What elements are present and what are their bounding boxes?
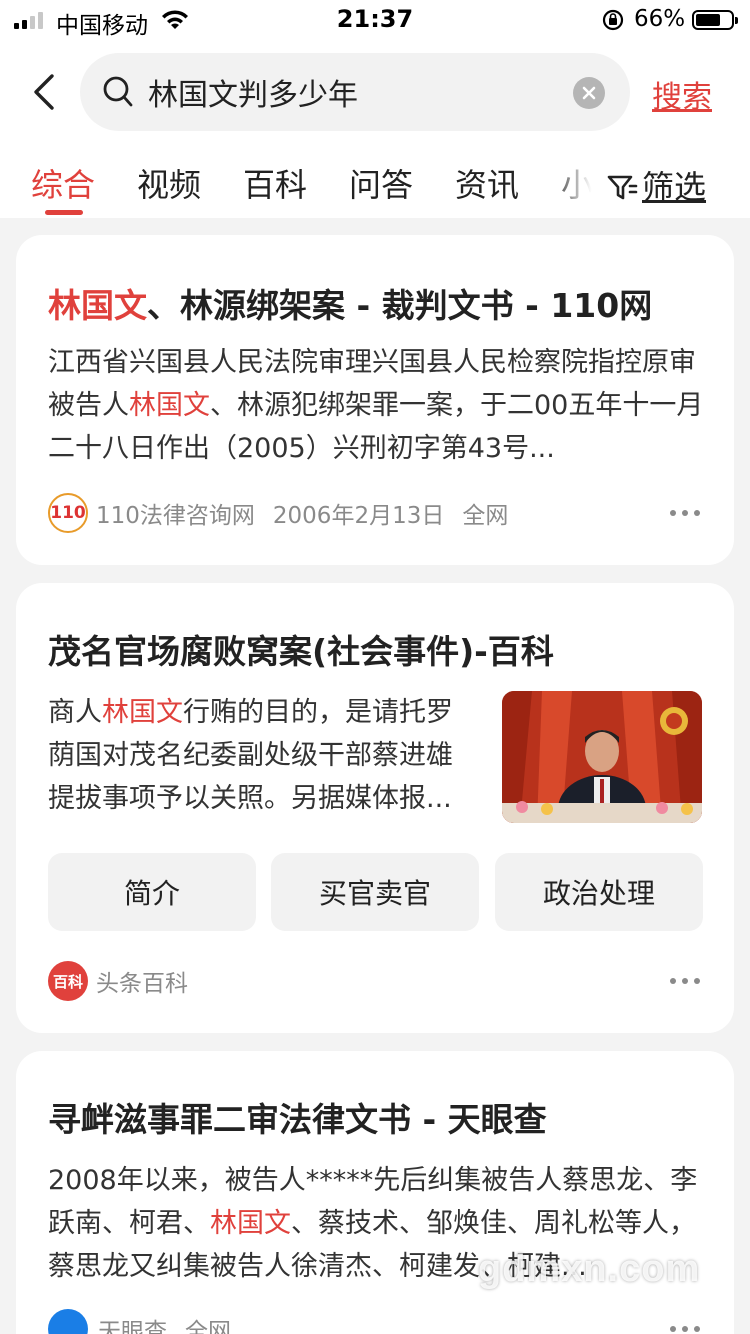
result-meta: 110 110法律咨询网 2006年2月13日 全网 xyxy=(48,493,508,533)
tab-news[interactable]: 资讯 xyxy=(455,160,519,206)
scope-label: 全网 xyxy=(462,503,509,529)
more-options-icon[interactable] xyxy=(670,510,700,518)
result-meta: 天眼查 全网 xyxy=(48,1309,231,1334)
chip-buy-sell-office[interactable]: 买官卖官 xyxy=(271,853,479,931)
search-box[interactable] xyxy=(80,53,630,131)
scope-label: 全网 xyxy=(185,1319,231,1334)
source-name: 天眼查 xyxy=(98,1319,167,1334)
filter-label: 筛选 xyxy=(642,168,707,206)
source-name: 头条百科 xyxy=(96,971,188,997)
header-area: 中国移动 21:37 66% 搜索 综合 视 xyxy=(0,0,750,218)
result-title[interactable]: 林国文、林源绑架案 - 裁判文书 - 110网 xyxy=(48,279,652,327)
filter-icon xyxy=(607,175,638,200)
speaker-photo xyxy=(502,691,702,823)
battery-percent: 66% xyxy=(634,6,686,32)
back-arrow-icon[interactable] xyxy=(30,72,60,112)
result-title[interactable]: 寻衅滋事罪二审法律文书 - 天眼查 xyxy=(48,1093,547,1141)
tab-bar: 综合 视频 百科 问答 资讯 小 xyxy=(0,160,600,210)
tab-comprehensive[interactable]: 综合 xyxy=(31,160,95,206)
source-name: 110法律咨询网 xyxy=(96,503,255,529)
tab-video[interactable]: 视频 xyxy=(137,160,201,206)
search-icon xyxy=(103,76,133,107)
source-logo xyxy=(48,1309,88,1334)
result-title[interactable]: 茂名官场腐败窝案(社会事件)-百科 xyxy=(48,625,554,673)
source-logo: 百科 xyxy=(48,961,88,1001)
result-card[interactable]: 寻衅滋事罪二审法律文书 - 天眼查 2008年以来，被告人*****先后纠集被告… xyxy=(16,1051,734,1334)
search-input[interactable] xyxy=(148,65,548,119)
clear-search-button[interactable] xyxy=(573,77,605,109)
rotation-lock-icon xyxy=(602,9,624,31)
battery-icon xyxy=(692,10,738,30)
chip-political-handling[interactable]: 政治处理 xyxy=(495,853,703,931)
search-button[interactable]: 搜索 xyxy=(652,72,712,116)
result-card[interactable]: 茂名官场腐败窝案(社会事件)-百科 商人林国文行贿的目的，是请托罗荫国对茂名纪委… xyxy=(16,583,734,1033)
filter-button[interactable]: 筛选 xyxy=(606,162,706,208)
more-options-icon[interactable] xyxy=(670,978,700,986)
result-thumbnail[interactable] xyxy=(502,691,702,823)
status-bar: 中国移动 21:37 66% xyxy=(0,0,750,40)
tab-encyclopedia[interactable]: 百科 xyxy=(243,160,307,206)
tab-fade xyxy=(548,160,610,210)
result-card[interactable]: 林国文、林源绑架案 - 裁判文书 - 110网 江西省兴国县人民法院审理兴国县人… xyxy=(16,235,734,565)
close-icon xyxy=(582,86,596,100)
result-snippet: 商人林国文行贿的目的，是请托罗荫国对茂名纪委副处级干部蔡进雄提拔事项予以关照。另… xyxy=(48,697,453,814)
tab-qa[interactable]: 问答 xyxy=(349,160,413,206)
result-meta: 百科 头条百科 xyxy=(48,961,188,1001)
publish-date: 2006年2月13日 xyxy=(272,503,445,529)
watermark: gdmxn.com xyxy=(478,1248,701,1290)
active-tab-indicator xyxy=(45,210,83,215)
chip-intro[interactable]: 简介 xyxy=(48,853,256,931)
more-options-icon[interactable] xyxy=(670,1326,700,1334)
result-snippet: 江西省兴国县人民法院审理兴国县人民检察院指控原审被告人林国文、林源犯绑架罪一案，… xyxy=(48,347,704,464)
source-logo: 110 xyxy=(48,493,88,533)
